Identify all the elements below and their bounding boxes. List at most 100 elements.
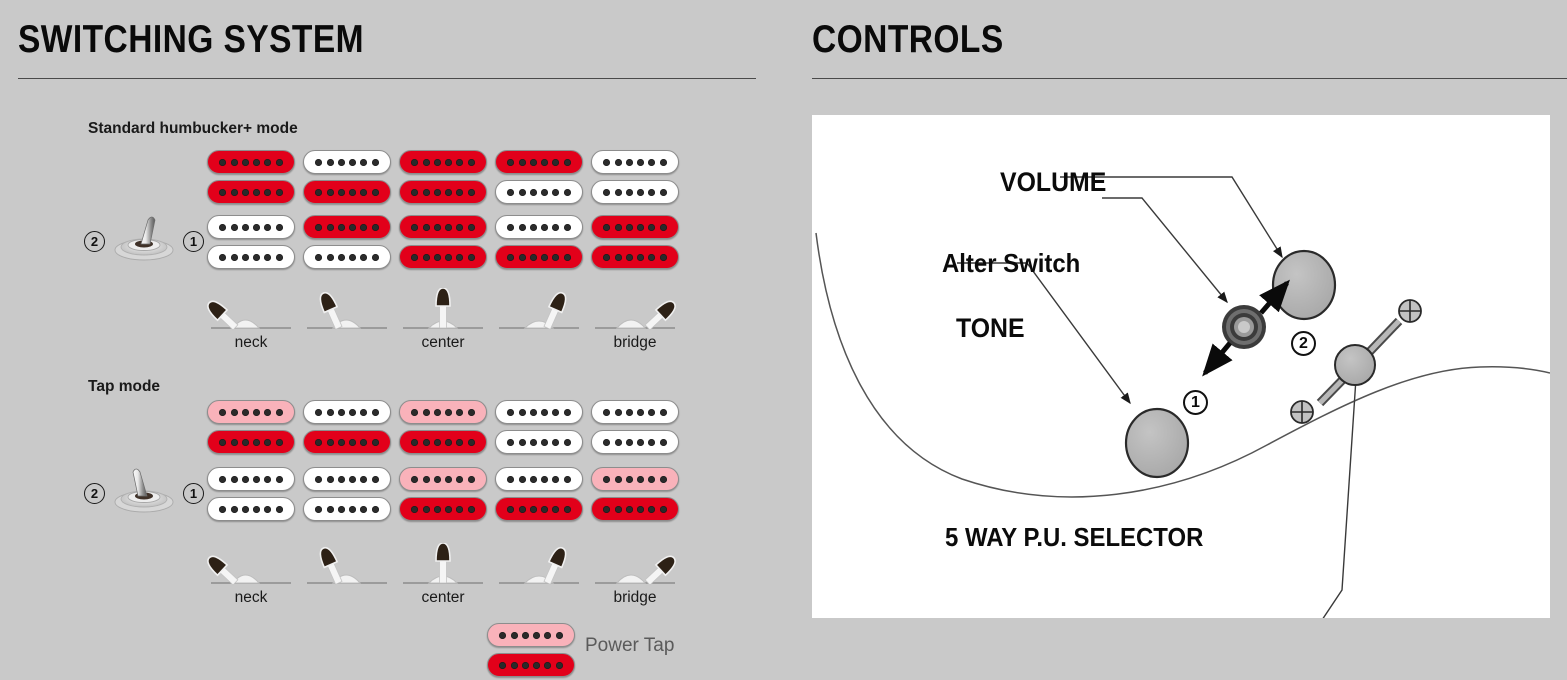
coil-top: [591, 400, 679, 424]
coil-top: [303, 467, 391, 491]
label-volume: VOLUME: [1000, 167, 1107, 197]
pickup-center: [399, 215, 487, 275]
selector-lever-icon: [499, 291, 579, 330]
pickup-center-bridge: [495, 150, 583, 210]
selector-position-2[interactable]: [303, 288, 391, 356]
pickup-center-bridge: [495, 467, 583, 527]
controls-diagram: VOLUME Alter Switch TONE 5 WAY P.U. SELE…: [812, 115, 1551, 651]
selector-position-3[interactable]: center: [399, 287, 487, 356]
coil-bottom: [591, 497, 679, 521]
coil-top: [303, 150, 391, 174]
coil-bottom: [303, 430, 391, 454]
page-title-controls: CONTROLS: [812, 18, 1004, 61]
switching-title-rule: [18, 78, 756, 79]
selector-position-4[interactable]: [495, 288, 583, 356]
pickup-neck-center: [303, 400, 391, 460]
selector-label: center: [421, 334, 465, 351]
coil-bottom: [495, 430, 583, 454]
coil-bottom: [399, 180, 487, 204]
label-alter-switch: Alter Switch: [942, 248, 1081, 278]
legend-label: Power Tap: [585, 635, 675, 656]
coil-top: [591, 467, 679, 491]
selector-position-5[interactable]: bridge: [591, 288, 679, 356]
pickup-bridge: [591, 467, 679, 527]
selector-position-4[interactable]: [495, 543, 583, 611]
pickup-neck-center: [303, 150, 391, 210]
pickup-neck: [207, 215, 295, 275]
coil-top: [399, 400, 487, 424]
coil-bottom: [303, 180, 391, 204]
selector-lever-icon: [307, 291, 387, 330]
selector-position-5[interactable]: bridge: [591, 543, 679, 611]
pickup-bridge: [591, 150, 679, 210]
selector-lever-icon: [307, 546, 387, 585]
selector-label: neck: [234, 589, 268, 606]
coil-bottom: [495, 497, 583, 521]
selector-position-2[interactable]: [303, 543, 391, 611]
selector-lever-icon: [595, 555, 676, 586]
coil-top: [399, 215, 487, 239]
coil-top: [487, 623, 575, 647]
coil-bottom: [399, 430, 487, 454]
coil-bottom: [591, 430, 679, 454]
label-5-way-selector: 5 WAY P.U. SELECTOR: [945, 522, 1204, 552]
label-tone: TONE: [956, 313, 1025, 343]
pickup-center: [399, 150, 487, 210]
selector-lever-icon: [403, 542, 483, 584]
coil-top: [207, 400, 295, 424]
toggle-switch-icon: [114, 468, 174, 513]
coil-bottom: [399, 497, 487, 521]
selector-position-3[interactable]: center: [399, 542, 487, 611]
coil-top: [207, 467, 295, 491]
alter-switch-position-1: 1: [1183, 390, 1208, 415]
selector-position-1[interactable]: neck: [207, 288, 295, 356]
selector-lever-icon: [403, 287, 483, 329]
toggle-switch-standard[interactable]: 2 1: [84, 210, 204, 270]
pickup-center: [399, 400, 487, 460]
pickup-bridge: [591, 215, 679, 275]
controls-panel: CONTROLS VOLUME Alter Switch TONE 5 WAY …: [790, 0, 1567, 680]
controls-title-rule: [812, 78, 1567, 79]
coil-bottom: [207, 245, 295, 269]
selector-lever-icon: [499, 546, 579, 585]
coil-top: [303, 215, 391, 239]
selector-lever-icon: [595, 300, 676, 331]
pickup-neck: [207, 400, 295, 460]
mode-label-standard: Standard humbucker+ mode: [88, 120, 298, 137]
toggle-switch-icon: [114, 216, 174, 261]
coil-bottom: [399, 245, 487, 269]
coil-bottom: [207, 180, 295, 204]
coil-top: [591, 215, 679, 239]
alter-switch-position-2: 2: [1291, 331, 1316, 356]
coil-top: [495, 215, 583, 239]
pickup-bridge: [591, 400, 679, 460]
coil-top: [495, 467, 583, 491]
mode-label-tap: Tap mode: [88, 378, 161, 395]
coil-bottom: [591, 180, 679, 204]
page-title-switching: SWITCHING SYSTEM: [18, 18, 365, 61]
pickup-neck: [207, 150, 295, 210]
selector-label: bridge: [613, 334, 657, 351]
coil-top: [303, 400, 391, 424]
coil-top: [495, 400, 583, 424]
switching-system-panel: SWITCHING SYSTEM Standard humbucker+ mod…: [0, 0, 790, 680]
coil-bottom: [303, 497, 391, 521]
pickup-center-bridge: [495, 215, 583, 275]
selector-lever-icon: [207, 555, 291, 586]
pickup-neck-center: [303, 467, 391, 527]
pickup-neck-center: [303, 215, 391, 275]
toggle-switch-tap[interactable]: 2 1: [84, 462, 204, 522]
coil-top: [399, 467, 487, 491]
coil-bottom: [207, 497, 295, 521]
coil-bottom: [487, 653, 575, 677]
pickup-center-bridge: [495, 400, 583, 460]
selector-lever-icon: [207, 300, 291, 331]
coil-bottom: [207, 430, 295, 454]
selector-label: bridge: [613, 589, 657, 606]
coil-bottom: [303, 245, 391, 269]
coil-bottom: [495, 245, 583, 269]
pickup-neck: [207, 467, 295, 527]
coil-top: [495, 150, 583, 174]
coil-top: [591, 150, 679, 174]
selector-position-1[interactable]: neck: [207, 543, 295, 611]
